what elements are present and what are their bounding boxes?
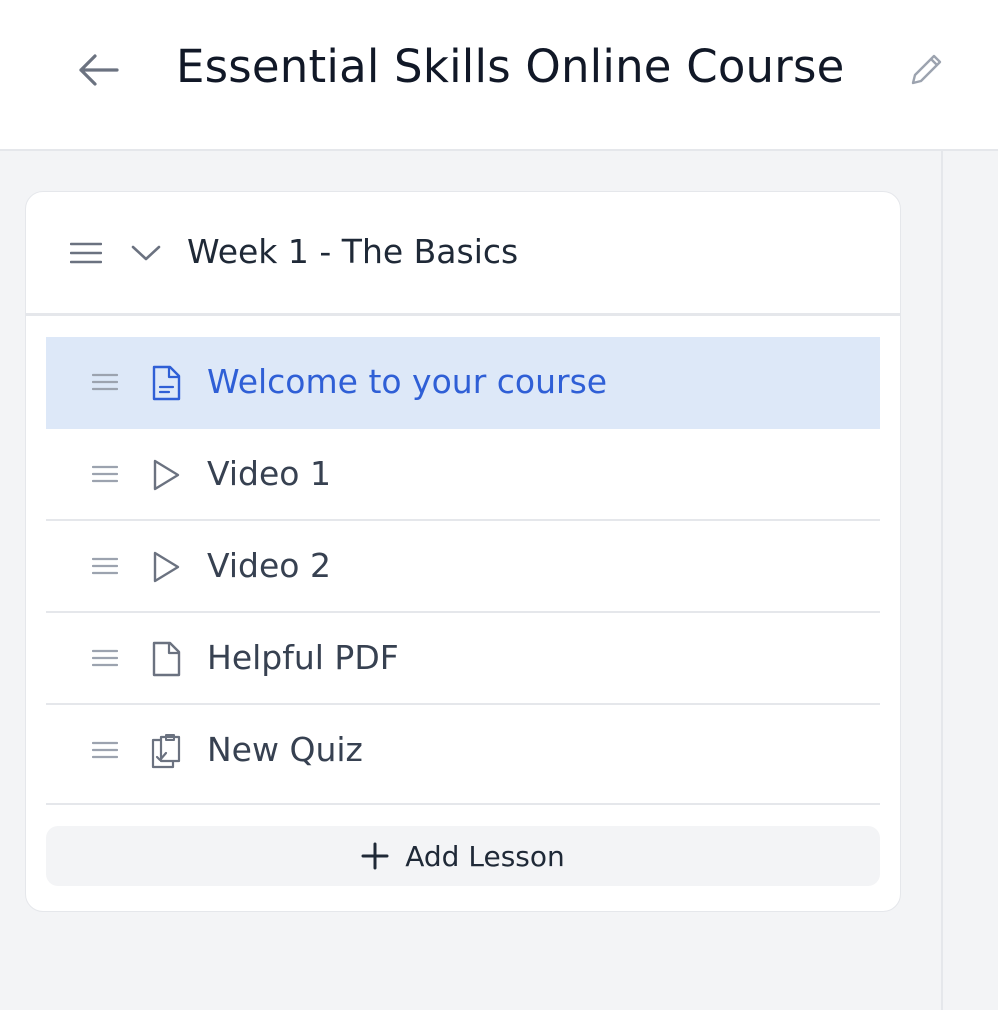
drag-handle-icon <box>92 557 118 575</box>
play-icon <box>144 455 188 495</box>
clipboard-check-icon <box>144 731 188 771</box>
pencil-icon <box>911 54 942 85</box>
module-header: Week 1 - The Basics <box>26 192 900 316</box>
text-document-icon <box>144 363 188 403</box>
lesson-drag-handle[interactable] <box>88 459 122 489</box>
module-collapse-toggle[interactable] <box>128 238 164 268</box>
drag-handle-icon <box>92 373 118 391</box>
lesson-label: Helpful PDF <box>207 638 399 677</box>
add-lesson-label: Add Lesson <box>405 839 565 873</box>
lesson-item-video-1[interactable]: Video 1 <box>46 429 880 521</box>
lesson-drag-handle[interactable] <box>88 367 122 397</box>
lesson-drag-handle[interactable] <box>88 643 122 673</box>
module-title: Week 1 - The Basics <box>187 232 519 271</box>
lesson-drag-handle[interactable] <box>88 551 122 581</box>
lesson-label: Video 2 <box>207 546 331 585</box>
drag-handle-icon <box>70 242 102 264</box>
lesson-item-welcome[interactable]: Welcome to your course <box>46 337 880 429</box>
lesson-item-helpful-pdf[interactable]: Helpful PDF <box>46 613 880 705</box>
file-icon <box>144 639 188 679</box>
lesson-item-new-quiz[interactable]: New Quiz <box>46 705 880 805</box>
back-button[interactable] <box>70 44 126 96</box>
lesson-label: New Quiz <box>207 730 363 769</box>
module-card: Week 1 - The Basics Welcome to your cour… <box>25 191 901 912</box>
page-title: Essential Skills Online Course <box>176 40 845 93</box>
drag-handle-icon <box>92 649 118 667</box>
module-drag-handle[interactable] <box>68 238 104 268</box>
lesson-drag-handle[interactable] <box>88 735 122 765</box>
add-lesson-button[interactable]: Add Lesson <box>46 826 880 886</box>
lesson-item-video-2[interactable]: Video 2 <box>46 521 880 613</box>
page-header: Essential Skills Online Course <box>0 0 998 151</box>
chevron-down-icon <box>131 245 161 261</box>
panel-divider <box>941 151 943 1010</box>
edit-title-button[interactable] <box>902 48 950 92</box>
play-icon <box>144 547 188 587</box>
lesson-label: Video 1 <box>207 454 331 493</box>
plus-icon <box>361 842 389 870</box>
arrow-left-icon <box>79 54 119 86</box>
drag-handle-icon <box>92 465 118 483</box>
lesson-label: Welcome to your course <box>207 362 608 401</box>
drag-handle-icon <box>92 741 118 759</box>
